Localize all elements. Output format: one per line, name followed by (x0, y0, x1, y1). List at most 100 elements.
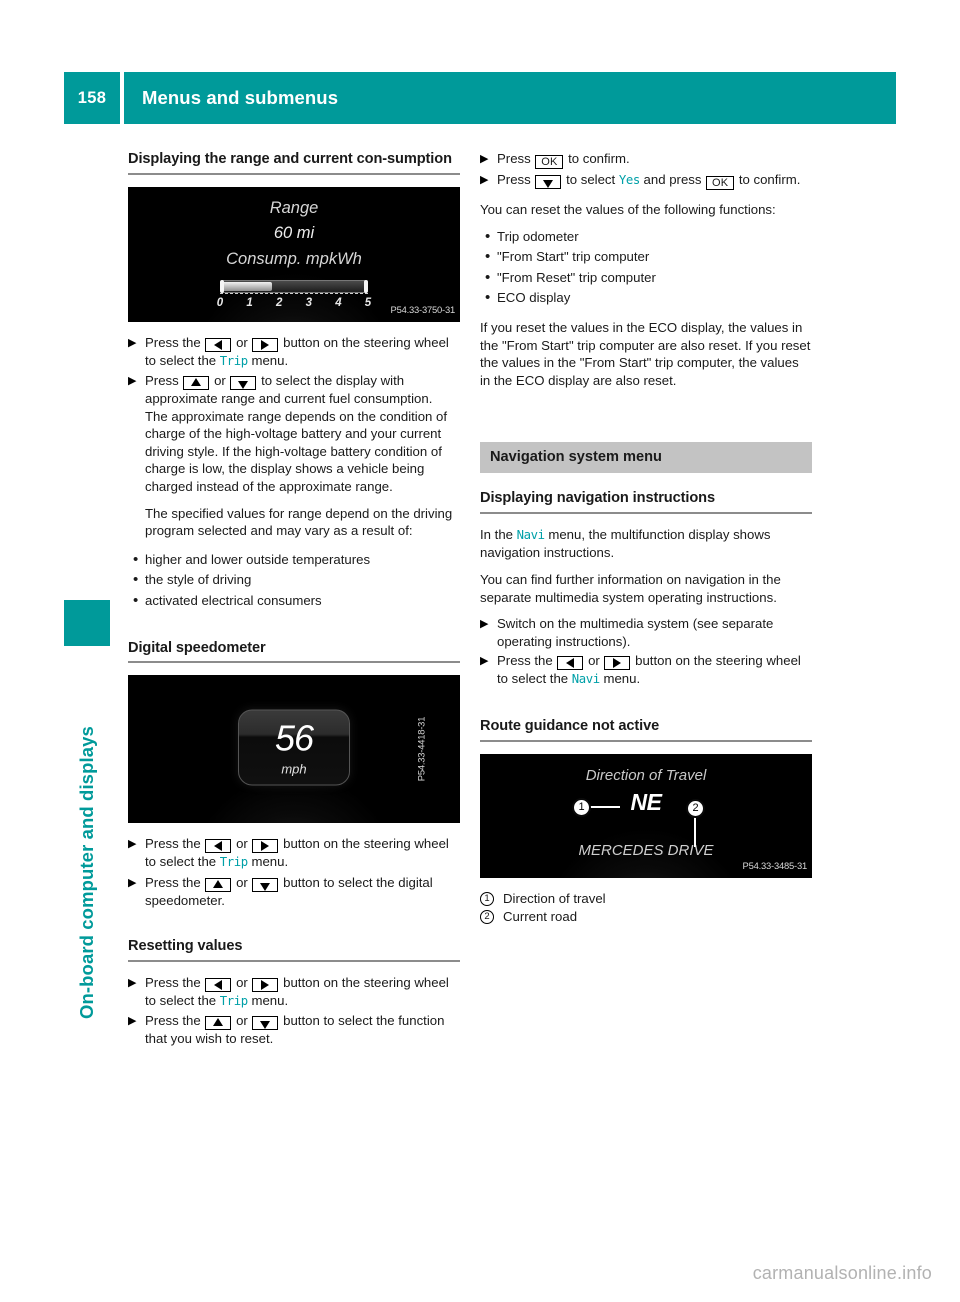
step-speedo-select-trip: ▶ Press the or button on the steering wh… (128, 835, 460, 872)
step-arrow-icon: ▶ (128, 976, 137, 989)
right-column: ▶ Press OK to confirm. ▶ Press to select… (480, 150, 812, 927)
heading-displaying-range: Displaying the range and current con-sum… (128, 150, 460, 175)
steering-right-button-icon[interactable] (604, 656, 631, 671)
gauge-fill (222, 281, 272, 291)
heading-rule (480, 739, 812, 742)
bullet-dot-icon: • (133, 550, 139, 568)
step-text-or: or (236, 334, 248, 350)
step-text-a: Press the (145, 1013, 201, 1029)
list-item-label: "From Reset" trip computer (497, 269, 656, 285)
figure-nav-direction: NE (630, 788, 662, 815)
step-select-range-display: ▶ Press or to select the display with ap… (128, 372, 460, 540)
navi-more-info-paragraph: You can find further information on navi… (480, 572, 781, 605)
menu-name-navi: Navi (516, 527, 545, 542)
list-item-label: higher and lower outside temperatures (145, 551, 371, 567)
step-text-c: menu. (251, 352, 289, 368)
steering-left-button-icon[interactable] (205, 839, 232, 854)
navi-para-text-a: In the (480, 526, 513, 542)
heading-text: Displaying navigation instructions (480, 490, 715, 507)
step-reset-select-function: ▶ Press the or button to select the func… (128, 1012, 460, 1048)
page-header: 158 Menus and submenus (64, 72, 896, 124)
step-text-a: Press the (145, 836, 201, 852)
step-text-or: or (214, 373, 226, 389)
list-item: • Trip odometer (480, 228, 812, 246)
step-select-navi-menu: ▶ Press the or button on the steering wh… (480, 652, 812, 689)
heading-rule (480, 511, 812, 514)
callout-leader-line-1 (590, 806, 620, 809)
callout-marker-2: 2 (686, 798, 705, 818)
step-text-c: menu. (603, 671, 641, 687)
step-switch-on-multimedia: ▶ Switch on the multimedia system (see s… (480, 615, 812, 650)
step-text-or: or (236, 1013, 248, 1029)
list-item-label: the style of driving (145, 572, 252, 588)
steering-left-button-icon[interactable] (557, 656, 584, 671)
step-arrow-icon: ▶ (480, 655, 489, 668)
step-text-a: Press (497, 151, 531, 166)
steering-down-button-icon[interactable] (230, 376, 257, 391)
speedometer-value: 56 (274, 717, 314, 759)
steering-right-button-icon[interactable] (252, 337, 279, 352)
consumption-gauge (220, 279, 368, 293)
menu-name-navi: Navi (571, 672, 600, 687)
callout-item: 2 Current road (480, 908, 812, 926)
step-select-yes-confirm: ▶ Press to select Yes and press OK to co… (480, 171, 812, 190)
reset-intro-text: You can reset the values of the followin… (480, 202, 776, 217)
heading-rule (128, 172, 460, 175)
steering-down-button-icon[interactable] (252, 1016, 279, 1031)
eco-reset-note: If you reset the values in the ECO displ… (480, 319, 811, 388)
steering-up-button-icon[interactable] (205, 1016, 232, 1031)
ok-button-icon[interactable]: OK (706, 176, 735, 190)
step-arrow-icon: ▶ (480, 174, 489, 186)
heading-text: Digital speedometer (128, 639, 266, 656)
step-arrow-icon: ▶ (128, 336, 137, 349)
steering-up-button-icon[interactable] (205, 877, 232, 892)
page-number: 158 (64, 72, 120, 124)
gauge-tick-label: 5 (364, 296, 372, 309)
step-text-a: Press the (145, 974, 201, 990)
list-item-label: Trip odometer (497, 228, 579, 244)
step-text-c: and press (643, 172, 702, 187)
bullet-dot-icon: • (133, 571, 139, 589)
bullet-dot-icon: • (485, 268, 491, 286)
bullet-dot-icon: • (485, 227, 491, 245)
gauge-tick-label: 2 (275, 296, 283, 309)
navi-menu-paragraph: In the Navi menu, the multifunction disp… (480, 526, 812, 562)
heading-digital-speedometer: Digital speedometer (128, 639, 460, 664)
step-text-b: to select (566, 172, 616, 187)
gauge-tick-label: 0 (216, 296, 224, 309)
step-text-d: to confirm. (738, 172, 801, 187)
steering-up-button-icon[interactable] (183, 376, 210, 391)
figure-range-title: Range (269, 198, 319, 217)
page-title: Menus and submenus (124, 72, 896, 124)
steering-down-button-icon[interactable] (535, 175, 562, 189)
figure-code: P54.33-3750-31 (390, 303, 456, 315)
gauge-tick-label: 3 (305, 296, 312, 309)
step-text: Switch on the multimedia system (see sep… (497, 616, 774, 649)
steering-left-button-icon[interactable] (205, 977, 232, 992)
ok-button-icon[interactable]: OK (535, 155, 564, 169)
step-note-2: The specified values for range depend on… (145, 505, 453, 539)
callout-item: 1 Direction of travel (480, 890, 812, 908)
steering-down-button-icon[interactable] (252, 877, 279, 892)
callout-number: 1 (480, 891, 494, 906)
list-item: • the style of driving (128, 571, 460, 589)
figure-digital-speedometer: 56 mph P54.33-4418-31 (128, 675, 460, 824)
steering-right-button-icon[interactable] (252, 977, 279, 992)
step-text-or: or (236, 974, 248, 990)
watermark: carmanualsonline.info (752, 1263, 932, 1283)
step-arrow-icon: ▶ (128, 375, 137, 388)
steering-right-button-icon[interactable] (252, 839, 279, 854)
steering-left-button-icon[interactable] (205, 337, 232, 352)
step-reset-select-trip: ▶ Press the or button on the steering wh… (128, 974, 460, 1011)
step-press-ok-confirm: ▶ Press OK to confirm. (480, 150, 812, 169)
chapter-side-tab: On-board computer and displays (64, 205, 110, 1019)
callout-marker-1: 1 (572, 797, 591, 817)
step-arrow-icon: ▶ (128, 838, 137, 851)
gauge-tick-label: 1 (246, 296, 253, 309)
step-arrow-icon: ▶ (128, 876, 137, 889)
